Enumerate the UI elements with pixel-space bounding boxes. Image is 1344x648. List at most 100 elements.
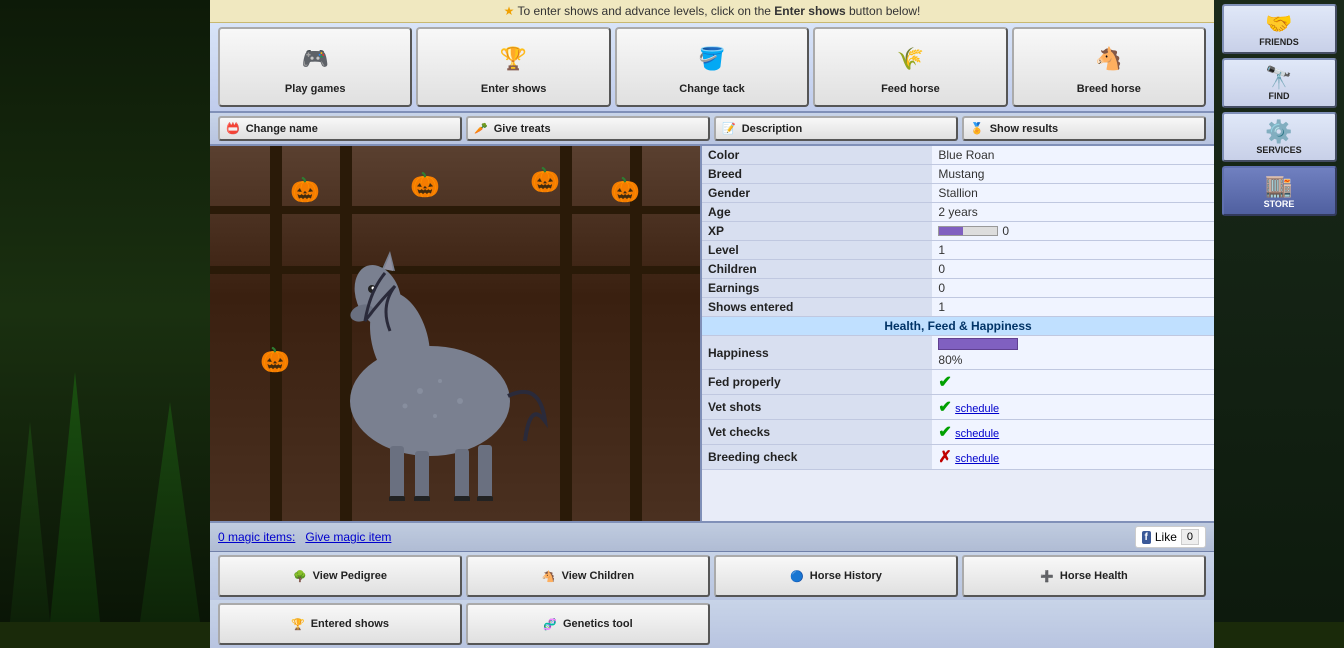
xp-fill [939,227,962,235]
vet-checks-label: Vet checks [702,420,932,445]
xp-number: 0 [1002,224,1009,238]
pumpkin-4: 🎃 [610,176,640,205]
entered-shows-label: Entered shows [311,618,389,630]
bottom-strip: 0 magic items: Give magic item f Like 0 [210,521,1214,552]
view-children-icon: 🐴 [542,570,556,583]
happiness-pct: 80% [938,353,962,367]
secondary-buttons-row: 📛 Change name 🥕 Give treats 📝 Descriptio… [210,113,1214,146]
breeding-label: Breeding check [702,445,932,470]
bottom-buttons-row: 🌳 View Pedigree 🐴 View Children 🔵 Horse … [210,552,1214,600]
like-button[interactable]: f Like 0 [1135,526,1206,548]
horse-area: 🎃 🎃 🎃 🎃 🎃 [210,146,1214,521]
notification-text: To enter shows and advance levels, click… [517,4,774,18]
friends-btn-content: 🤝 FRIENDS [1259,11,1299,47]
left-landscape [0,0,210,622]
store-right-button[interactable]: 🏬 STORE [1222,166,1337,216]
barn-beam-1 [270,146,282,521]
give-magic-link[interactable]: Give magic item [305,530,391,544]
enter-shows-button[interactable]: 🏆 Enter shows [416,27,610,107]
horse-history-button[interactable]: 🔵 Horse History [714,555,958,597]
stat-breed: Breed Mustang [702,165,1214,184]
stat-shows: Shows entered 1 [702,298,1214,317]
fed-value: ✔ [932,370,1214,395]
give-treats-icon: 🥕 [474,122,488,135]
horse-health-button[interactable]: ➕ Horse Health [962,555,1206,597]
age-value: 2 years [932,203,1214,222]
view-pedigree-label: View Pedigree [313,570,387,582]
horse-svg [310,201,550,501]
vet-checks-schedule-link[interactable]: schedule [955,428,999,440]
earnings-label: Earnings [702,279,932,298]
xp-label: XP [702,222,932,241]
earnings-value: 0 [932,279,1214,298]
stat-children: Children 0 [702,260,1214,279]
children-label: Children [702,260,932,279]
play-games-label: Play games [285,83,346,95]
view-children-button[interactable]: 🐴 View Children [466,555,710,597]
change-name-label: Change name [246,123,318,135]
feed-horse-icon: 🌾 [890,39,930,79]
happiness-value: 80% [932,336,1214,370]
store-right-icon: 🏬 [1265,173,1292,199]
stat-breeding: Breeding check ✗ schedule [702,445,1214,470]
breeding-check-icon: ✗ [938,449,951,466]
friends-icon: 🤝 [1265,11,1292,37]
friends-label: FRIENDS [1259,37,1299,47]
services-button[interactable]: ⚙️ SERVICES [1222,112,1337,162]
vet-shots-schedule-link[interactable]: schedule [955,403,999,415]
happiness-bar [938,338,1018,350]
pumpkin-3: 🎃 [530,166,560,195]
friends-button[interactable]: 🤝 FRIENDS [1222,4,1337,54]
store-right-label: STORE [1264,199,1295,209]
find-button[interactable]: 🔭 FIND [1222,58,1337,108]
change-name-button[interactable]: 📛 Change name [218,116,462,141]
stat-xp: XP 0 [702,222,1214,241]
vet-checks-value: ✔ schedule [932,420,1214,445]
breeding-schedule-link[interactable]: schedule [955,453,999,465]
stat-level: Level 1 [702,241,1214,260]
magic-count-link[interactable]: 0 magic items: [218,530,295,544]
action-buttons-row: 🎮 Play games 🏆 Enter shows 🪣 Change tack… [210,23,1214,113]
children-value: 0 [932,260,1214,279]
horse-health-label: Horse Health [1060,570,1128,582]
health-header: Health, Feed & Happiness [702,317,1214,336]
change-tack-button[interactable]: 🪣 Change tack [615,27,809,107]
level-value: 1 [932,241,1214,260]
breed-horse-button[interactable]: 🐴 Breed horse [1012,27,1206,107]
color-label: Color [702,146,932,165]
magic-items-area: 0 magic items: Give magic item [218,530,391,544]
shows-label: Shows entered [702,298,932,317]
xp-bar [938,226,998,236]
give-treats-label: Give treats [494,123,551,135]
entered-shows-button[interactable]: 🏆 Entered shows [218,603,462,645]
view-pedigree-button[interactable]: 🌳 View Pedigree [218,555,462,597]
breed-value: Mustang [932,165,1214,184]
feed-horse-button[interactable]: 🌾 Feed horse [813,27,1007,107]
notification-bar: ★ To enter shows and advance levels, cli… [210,0,1214,23]
stat-color: Color Blue Roan [702,146,1214,165]
vet-checks-check-icon: ✔ [938,424,951,441]
stats-table: Color Blue Roan Breed Mustang Gender Sta… [702,146,1214,470]
horse-history-icon: 🔵 [790,570,804,583]
genetics-tool-button[interactable]: 🧬 Genetics tool [466,603,710,645]
play-games-button[interactable]: 🎮 Play games [218,27,412,107]
right-sidebar: 🤝 FRIENDS 🔭 FIND ⚙️ SERVICES 🏬 STORE [1214,0,1344,622]
genetics-tool-icon: 🧬 [543,618,557,631]
find-icon: 🔭 [1265,65,1292,91]
barn-beam-3 [560,146,572,521]
give-treats-button[interactable]: 🥕 Give treats [466,116,710,141]
like-label: Like [1155,530,1177,544]
change-name-icon: 📛 [226,122,240,135]
notification-text2: button below! [849,4,920,18]
gender-label: Gender [702,184,932,203]
pumpkin-ground: 🎃 [260,346,290,375]
change-tack-label: Change tack [679,83,744,95]
find-label: FIND [1269,91,1290,101]
notification-bold: Enter shows [774,4,845,18]
stat-earnings: Earnings 0 [702,279,1214,298]
description-button[interactable]: 📝 Description [714,116,958,141]
gender-value: Stallion [932,184,1214,203]
pumpkin-2: 🎃 [410,171,440,200]
show-results-button[interactable]: 🏅 Show results [962,116,1206,141]
stat-vet-shots: Vet shots ✔ schedule [702,395,1214,420]
